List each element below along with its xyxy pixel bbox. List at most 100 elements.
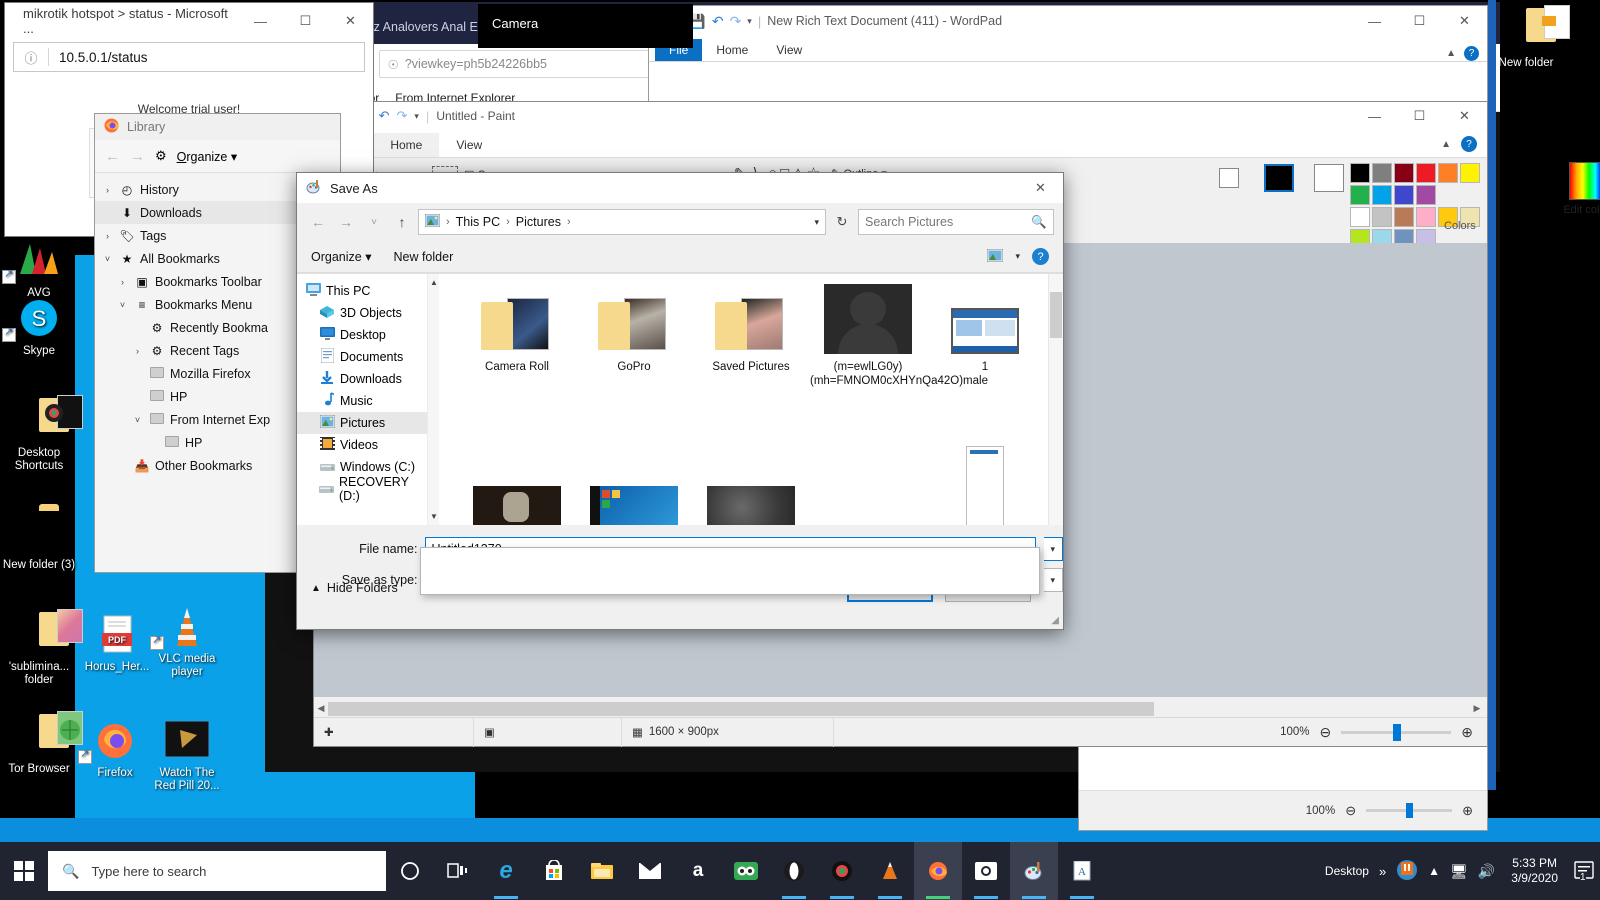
color-swatch[interactable] — [1438, 163, 1458, 183]
edge-icon[interactable]: e — [482, 842, 530, 900]
zoom-slider[interactable] — [1366, 803, 1453, 818]
places-item-downloads[interactable]: Downloads — [297, 368, 427, 390]
back-icon[interactable]: ← — [306, 214, 330, 230]
file-item[interactable]: 1 — [927, 284, 1043, 374]
file-item[interactable]: (m=ewlLG0y)(mh=FMNOM0cXHYnQa42O)male — [810, 284, 988, 388]
breadcrumb[interactable]: › This PC › Pictures › ▾ — [418, 209, 826, 235]
desktop-icon-subliminal-folder[interactable]: 'sublimina... folder — [0, 609, 83, 687]
file-item[interactable]: 610 — [576, 464, 692, 525]
paint-horizontal-scrollbar[interactable]: ◀ ▶ — [314, 700, 1487, 717]
minimize-button[interactable]: — — [1352, 101, 1397, 131]
vlc-icon[interactable] — [866, 842, 914, 900]
close-button[interactable]: ✕ — [1018, 173, 1063, 203]
library-toolbar[interactable]: ← → ⚙ OOrganizerganize ▾ — [95, 140, 340, 173]
color-swatch[interactable] — [1372, 163, 1392, 183]
view-icon[interactable] — [986, 248, 1004, 265]
back-icon[interactable]: ← — [105, 148, 120, 165]
places-item-videos[interactable]: Videos — [297, 434, 427, 456]
places-item-pictures[interactable]: Pictures — [297, 412, 427, 434]
chevron-down-icon[interactable]: ▾ — [814, 217, 819, 228]
task-view-icon[interactable] — [434, 842, 482, 900]
system-tray[interactable]: Desktop » ▲ 🖥 🔊 5:33 PM 3/9/2020 1 — [1325, 856, 1600, 886]
desktop-icon-skype[interactable]: S Skype — [0, 296, 78, 358]
forward-icon[interactable]: → — [334, 214, 358, 230]
start-button[interactable] — [0, 842, 48, 900]
color-swatch[interactable] — [1372, 207, 1392, 227]
places-item-music[interactable]: Music — [297, 390, 427, 412]
undo-icon[interactable]: ↶ — [712, 13, 724, 30]
help-icon[interactable]: ? — [1464, 46, 1479, 61]
color-swatch[interactable] — [1416, 207, 1436, 227]
scroll-thumb[interactable] — [1050, 292, 1062, 338]
desktop-icon-desktop-shortcuts[interactable]: Desktop Shortcuts — [0, 395, 83, 473]
tab-home[interactable]: Home — [702, 39, 762, 61]
zoom-in-icon[interactable]: ⊕ — [1462, 803, 1473, 819]
undo-icon[interactable]: ↶ — [379, 108, 390, 124]
dialog-toolbar[interactable]: Organize ▾ New folder ▾ ? — [297, 241, 1063, 273]
maximize-button[interactable]: ☐ — [1397, 6, 1442, 36]
zoom-slider[interactable] — [1341, 723, 1452, 741]
overflow-icon[interactable]: » — [1379, 864, 1386, 879]
organize-button[interactable]: Organize ▾ — [311, 249, 371, 264]
file-item[interactable]: Saved Pictures — [693, 284, 809, 374]
places-item-recovery-d[interactable]: RECOVERY (D:) — [297, 475, 427, 503]
chevron-up-icon[interactable]: ▲ — [1428, 864, 1440, 878]
customize-qat-icon[interactable]: ▾ — [414, 111, 419, 122]
help-icon[interactable]: ? — [1461, 136, 1477, 152]
scroll-up-icon[interactable]: ▲ — [429, 278, 439, 287]
zoom-out-icon[interactable]: ⊖ — [1345, 803, 1356, 819]
wordpad-title-bar[interactable]: | 💾 ↶ ↷ ▾ | New Rich Text Document (411)… — [649, 6, 1487, 36]
dialog-title-bar[interactable]: Save As ✕ — [297, 173, 1063, 203]
view-chevron-icon[interactable]: ▾ — [1015, 251, 1020, 262]
file-explorer-icon[interactable] — [578, 842, 626, 900]
color-swatch[interactable] — [1394, 185, 1414, 205]
collapse-ribbon-icon[interactable]: ▲ — [1446, 48, 1456, 59]
redo-icon[interactable]: ↷ — [730, 13, 742, 30]
wordpad-ribbon-tabs[interactable]: File Home View ▲ ? — [649, 36, 1487, 62]
tab-view[interactable]: View — [762, 39, 816, 61]
file-name-dropdown-icon[interactable]: ▾ — [1043, 537, 1063, 561]
chevron-icon[interactable]: › — [101, 231, 114, 241]
places-item-desktop[interactable]: Desktop — [297, 324, 427, 346]
recent-locations-icon[interactable]: ˅ — [362, 217, 386, 228]
redo-icon[interactable]: ↷ — [396, 108, 407, 124]
vlc-tray-icon[interactable] — [1396, 859, 1418, 884]
cortana-icon[interactable] — [386, 842, 434, 900]
desktop-icon-watch-red-pill[interactable]: Watch The Red Pill 20... — [148, 718, 226, 793]
action-center-icon[interactable]: 1 — [1574, 860, 1594, 883]
camera-window[interactable]: Camera — [478, 4, 693, 48]
minimize-button[interactable]: — — [1352, 6, 1397, 36]
chevron-icon[interactable]: › — [101, 185, 114, 195]
ie-title-bar[interactable]: mikrotik hotspot > status - Microsoft ..… — [5, 3, 373, 39]
forward-icon[interactable]: → — [130, 148, 145, 165]
color-swatch[interactable] — [1372, 185, 1392, 205]
dialog-nav-bar[interactable]: ← → ˅ ↑ › This PC › Pictures › ▾ ↻ Searc… — [297, 203, 1063, 241]
search-input[interactable]: 🔍 Type here to search — [48, 851, 386, 891]
file-item[interactable]: 7 — [459, 464, 575, 525]
desktop-icon-horus-pdf[interactable]: PDF Horus_Her... — [78, 612, 156, 674]
paint-ribbon-tabs[interactable]: File Home View ▲ ? — [314, 130, 1487, 157]
scroll-right-icon[interactable]: ▶ — [1467, 703, 1487, 714]
color-swatch[interactable] — [1416, 185, 1436, 205]
close-button[interactable]: ✕ — [328, 6, 373, 36]
clock[interactable]: 5:33 PM 3/9/2020 — [1505, 856, 1564, 886]
show-desktop-label[interactable]: Desktop — [1325, 864, 1369, 878]
file-item[interactable]: GoPro — [576, 284, 692, 374]
help-icon[interactable]: ? — [1032, 248, 1049, 265]
volume-icon[interactable]: 🔊 — [1478, 863, 1495, 880]
breadcrumb-item-0[interactable]: This PC — [456, 215, 500, 229]
size-picker[interactable] — [1219, 168, 1239, 188]
file-list-scrollbar[interactable] — [1048, 274, 1063, 525]
hide-folders-button[interactable]: ▲ Hide Folders — [311, 581, 398, 595]
color-swatch[interactable] — [1394, 163, 1414, 183]
scroll-left-icon[interactable]: ◀ — [314, 703, 328, 714]
minimize-button[interactable]: — — [238, 6, 283, 36]
places-item-this-pc[interactable]: This PC — [297, 280, 427, 302]
paint-title-bar[interactable]: | 💾 ↶ ↷ ▾ | Untitled - Paint — ☐ ✕ — [314, 102, 1487, 130]
organize-button[interactable]: OOrganizerganize ▾ — [177, 149, 237, 164]
file-item[interactable]: HTA1 PIMAGEIN — [927, 446, 1043, 525]
desktop-icon-vlc[interactable]: VLC media player — [148, 604, 226, 679]
hscroll-thumb[interactable] — [328, 701, 1154, 716]
up-icon[interactable]: ↑ — [390, 214, 414, 230]
close-button[interactable]: ✕ — [1442, 101, 1487, 131]
